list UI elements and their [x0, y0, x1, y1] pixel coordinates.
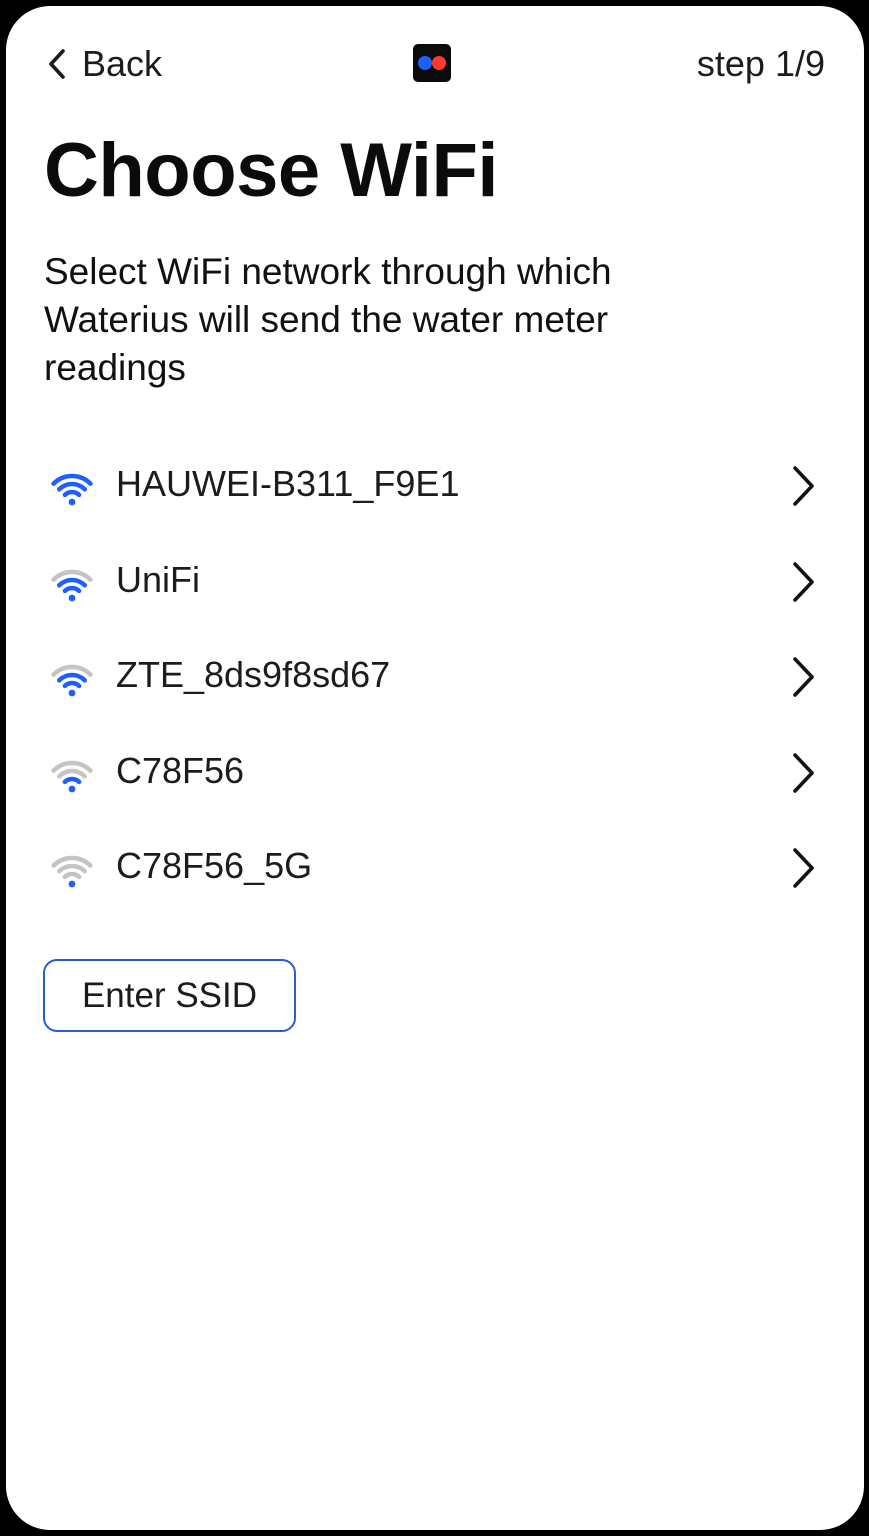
wifi-signal-arc: [62, 489, 82, 498]
chevron-right-icon: [788, 560, 818, 604]
wifi-signal-arc: [56, 768, 88, 779]
network-name: C78F56: [116, 749, 245, 791]
wifi-signal-arc: [62, 680, 82, 689]
wifi-network-item[interactable]: C78F56: [6, 721, 864, 817]
wifi-signal-arc: [62, 585, 82, 593]
page-subtitle: Select WiFi network through which Wateri…: [44, 251, 612, 388]
step-indicator: step 1/9: [696, 43, 825, 84]
wifi-network-item[interactable]: UniFi: [6, 530, 864, 626]
logo-blue-dot: [418, 56, 432, 70]
wifi-network-item[interactable]: C78F56_5G: [6, 816, 864, 912]
wifi-signal-icon: [44, 558, 100, 602]
chevron-left-icon: [49, 49, 65, 79]
wifi-signal-dot: [68, 594, 76, 601]
wifi-signal-dot: [68, 785, 76, 792]
app-screen: Back step 1/9 Choose WiFi Select WiFi ne…: [6, 6, 864, 1530]
back-label: Back: [82, 43, 163, 84]
wifi-signal-dot: [68, 689, 76, 697]
enter-ssid-button[interactable]: Enter SSID: [43, 959, 296, 1032]
logo-red-dot: [432, 56, 446, 70]
network-name: C78F56_5G: [116, 845, 313, 886]
network-name: UniFi: [116, 558, 201, 600]
chevron-right-icon: [788, 751, 818, 795]
wifi-signal-arc: [62, 776, 82, 784]
wifi-network-item[interactable]: HAUWEI-B311_F9E1: [6, 434, 864, 530]
wifi-signal-arc: [56, 577, 88, 588]
wifi-signal-arc: [56, 481, 88, 492]
back-button[interactable]: Back: [46, 40, 162, 88]
wifi-signal-icon: [44, 462, 100, 506]
wifi-network-item[interactable]: ZTE_8ds9f8sd67: [6, 625, 864, 721]
wifi-signal-dot: [68, 880, 76, 888]
top-bar: Back step 1/9: [6, 6, 864, 116]
app-logo: [413, 44, 451, 82]
wifi-signal-icon: [44, 653, 100, 697]
chevron-right-icon: [788, 846, 818, 890]
wifi-signal-dot: [68, 498, 76, 506]
chevron-right-icon: [788, 655, 818, 699]
network-name: HAUWEI-B311_F9E1: [116, 463, 460, 504]
chevron-right-icon: [788, 464, 818, 508]
wifi-network-list: HAUWEI-B311_F9E1 UniFi ZTE_8ds9f8sd67 C7…: [6, 434, 864, 912]
wifi-signal-arc: [62, 871, 82, 880]
wifi-signal-icon: [44, 844, 100, 888]
page-title: Choose WiFi: [44, 128, 499, 213]
wifi-signal-icon: [44, 749, 100, 793]
network-name: ZTE_8ds9f8sd67: [116, 654, 391, 695]
wifi-signal-arc: [56, 863, 88, 874]
wifi-signal-arc: [56, 672, 88, 683]
